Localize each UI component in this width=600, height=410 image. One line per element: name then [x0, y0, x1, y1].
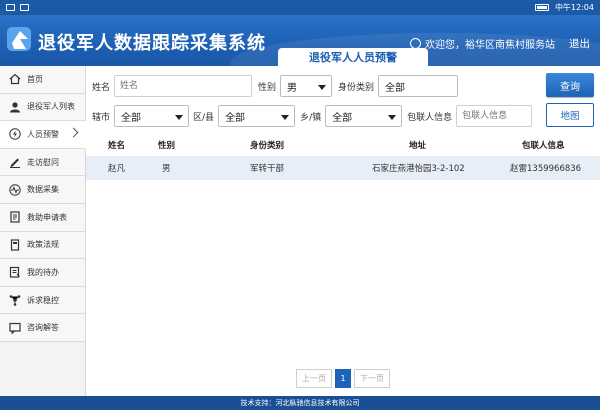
sidebar-item-data-collect[interactable]: 数据采集	[0, 176, 85, 204]
sidebar-item-visit[interactable]: 走访慰问	[0, 148, 85, 177]
sidebar-item-consult[interactable]: 咨询解答	[0, 314, 85, 342]
city-select[interactable]: 全部	[114, 105, 190, 127]
main-content: 姓名 性别 男 身份类别 全部 查询 辖市 全部 区/县 全部 乡/镇 全部 包…	[86, 66, 600, 396]
sidebar-item-label: 退役军人列表	[27, 102, 75, 112]
app-header: 退役军人数据跟踪采集系统 退役军人人员预警 欢迎您，裕华区南焦村服务站 退出	[0, 15, 600, 66]
sidebar: 首页 退役军人列表 人员预警 走访慰问 数据采集 救助申请表 政策法规 我的待办…	[0, 66, 86, 396]
identity-label: 身份类别	[338, 82, 375, 93]
sidebar-item-label: 咨询解答	[27, 323, 59, 333]
lightning-icon	[9, 128, 21, 141]
sidebar-item-label: 首页	[27, 74, 43, 84]
contact-input[interactable]	[456, 105, 533, 127]
dropdown-arrow-icon	[281, 115, 290, 120]
logout-button[interactable]: 退出	[569, 36, 590, 51]
cell-contact: 赵雷13599668​36	[510, 164, 582, 174]
contact-label: 包联人信息	[407, 112, 453, 123]
dropdown-arrow-icon	[318, 85, 327, 90]
user-icon	[410, 38, 421, 49]
chat-icon	[9, 322, 21, 334]
prev-page-button[interactable]: 上一页	[296, 369, 332, 388]
identity-select[interactable]: 全部	[378, 75, 459, 97]
wifi-icon	[6, 4, 15, 11]
home-icon	[9, 73, 21, 85]
pen-icon	[9, 156, 21, 169]
cell-address: 石家庄燕港怡园3-2-102	[372, 164, 465, 174]
app-logo-icon	[7, 27, 31, 51]
col-header-contact: 包联人信息	[522, 141, 565, 151]
gender-label: 性别	[258, 82, 277, 93]
col-header-name: 姓名	[108, 141, 126, 151]
name-label: 姓名	[92, 82, 111, 93]
sidebar-item-label: 走访慰问	[27, 157, 59, 167]
welcome-text: 欢迎您，裕华区南焦村服务站	[425, 40, 555, 51]
sidebar-item-appeal[interactable]: 诉求稳控	[0, 286, 85, 315]
gender-select[interactable]: 男	[280, 75, 333, 97]
district-value: 全部	[225, 112, 246, 124]
table-row[interactable]: 赵凡 男 军转干部 石家庄燕港怡园3-2-102 赵雷13599668​36	[86, 156, 600, 180]
network-icon	[9, 294, 21, 306]
next-page-button[interactable]: 下一页	[354, 369, 390, 388]
cell-identity: 军转干部	[250, 164, 285, 174]
warning-table: 姓名 性别 身份类别 地址 包联人信息 赵凡 男 军转干部 石家庄燕港怡园3-2…	[86, 134, 600, 180]
status-bar: 中午12:04	[0, 0, 600, 15]
tab-personnel-warning[interactable]: 退役军人人员预警	[278, 48, 428, 66]
col-header-gender: 性别	[158, 141, 176, 151]
map-button[interactable]: 地图	[546, 103, 594, 127]
dropdown-arrow-icon	[175, 115, 184, 120]
city-value: 全部	[121, 112, 142, 124]
app-title: 退役军人数据跟踪采集系统	[38, 33, 266, 54]
town-select[interactable]: 全部	[325, 105, 403, 127]
identity-value: 全部	[385, 82, 406, 94]
dropdown-arrow-icon	[388, 115, 397, 120]
sidebar-item-label: 我的待办	[27, 267, 59, 277]
user-icon	[9, 101, 21, 113]
district-label: 区/县	[193, 112, 215, 123]
sidebar-item-label: 诉求稳控	[27, 295, 59, 305]
status-time: 中午12:04	[554, 3, 594, 12]
chevron-right-icon	[68, 127, 79, 138]
query-button[interactable]: 查询	[546, 73, 594, 97]
cell-name: 赵凡	[108, 164, 126, 174]
todo-icon	[9, 266, 21, 279]
sidebar-item-label: 政策法规	[27, 240, 59, 250]
pulse-icon	[9, 183, 21, 196]
sidebar-item-veteran-list[interactable]: 退役军人列表	[0, 93, 85, 122]
town-value: 全部	[332, 112, 353, 124]
pagination: 上一页 1 下一页	[296, 369, 390, 388]
col-header-address: 地址	[409, 141, 427, 151]
user-area: 欢迎您，裕华区南焦村服务站 退出	[410, 36, 590, 51]
name-input[interactable]	[114, 75, 253, 97]
sidebar-item-label: 救助申请表	[27, 212, 67, 222]
sidebar-item-todo[interactable]: 我的待办	[0, 259, 85, 287]
district-select[interactable]: 全部	[218, 105, 296, 127]
page-1-button[interactable]: 1	[335, 369, 351, 388]
town-label: 乡/镇	[300, 112, 322, 123]
sidebar-item-label: 人员预警	[27, 129, 59, 139]
filter-row-2: 辖市 全部 区/县 全部 乡/镇 全部 包联人信息	[86, 104, 600, 128]
book-icon	[9, 239, 21, 251]
footer: 技术支持：河北枞驰信息技术有限公司	[0, 396, 600, 410]
form-icon	[9, 211, 21, 223]
col-header-identity: 身份类别	[250, 141, 285, 151]
table-header: 姓名 性别 身份类别 地址 包联人信息	[86, 134, 600, 156]
sidebar-item-home[interactable]: 首页	[0, 66, 85, 94]
city-label: 辖市	[92, 112, 111, 123]
gender-value: 男	[287, 82, 298, 94]
sidebar-item-warning[interactable]: 人员预警	[0, 121, 86, 149]
sidebar-item-policy[interactable]: 政策法规	[0, 231, 85, 260]
cell-gender: 男	[162, 164, 171, 174]
image-icon	[20, 4, 29, 11]
battery-icon	[534, 4, 549, 11]
sidebar-item-label: 数据采集	[27, 185, 59, 195]
filter-row-1: 姓名 性别 男 身份类别 全部	[86, 74, 600, 98]
sidebar-item-aid-form[interactable]: 救助申请表	[0, 203, 85, 232]
